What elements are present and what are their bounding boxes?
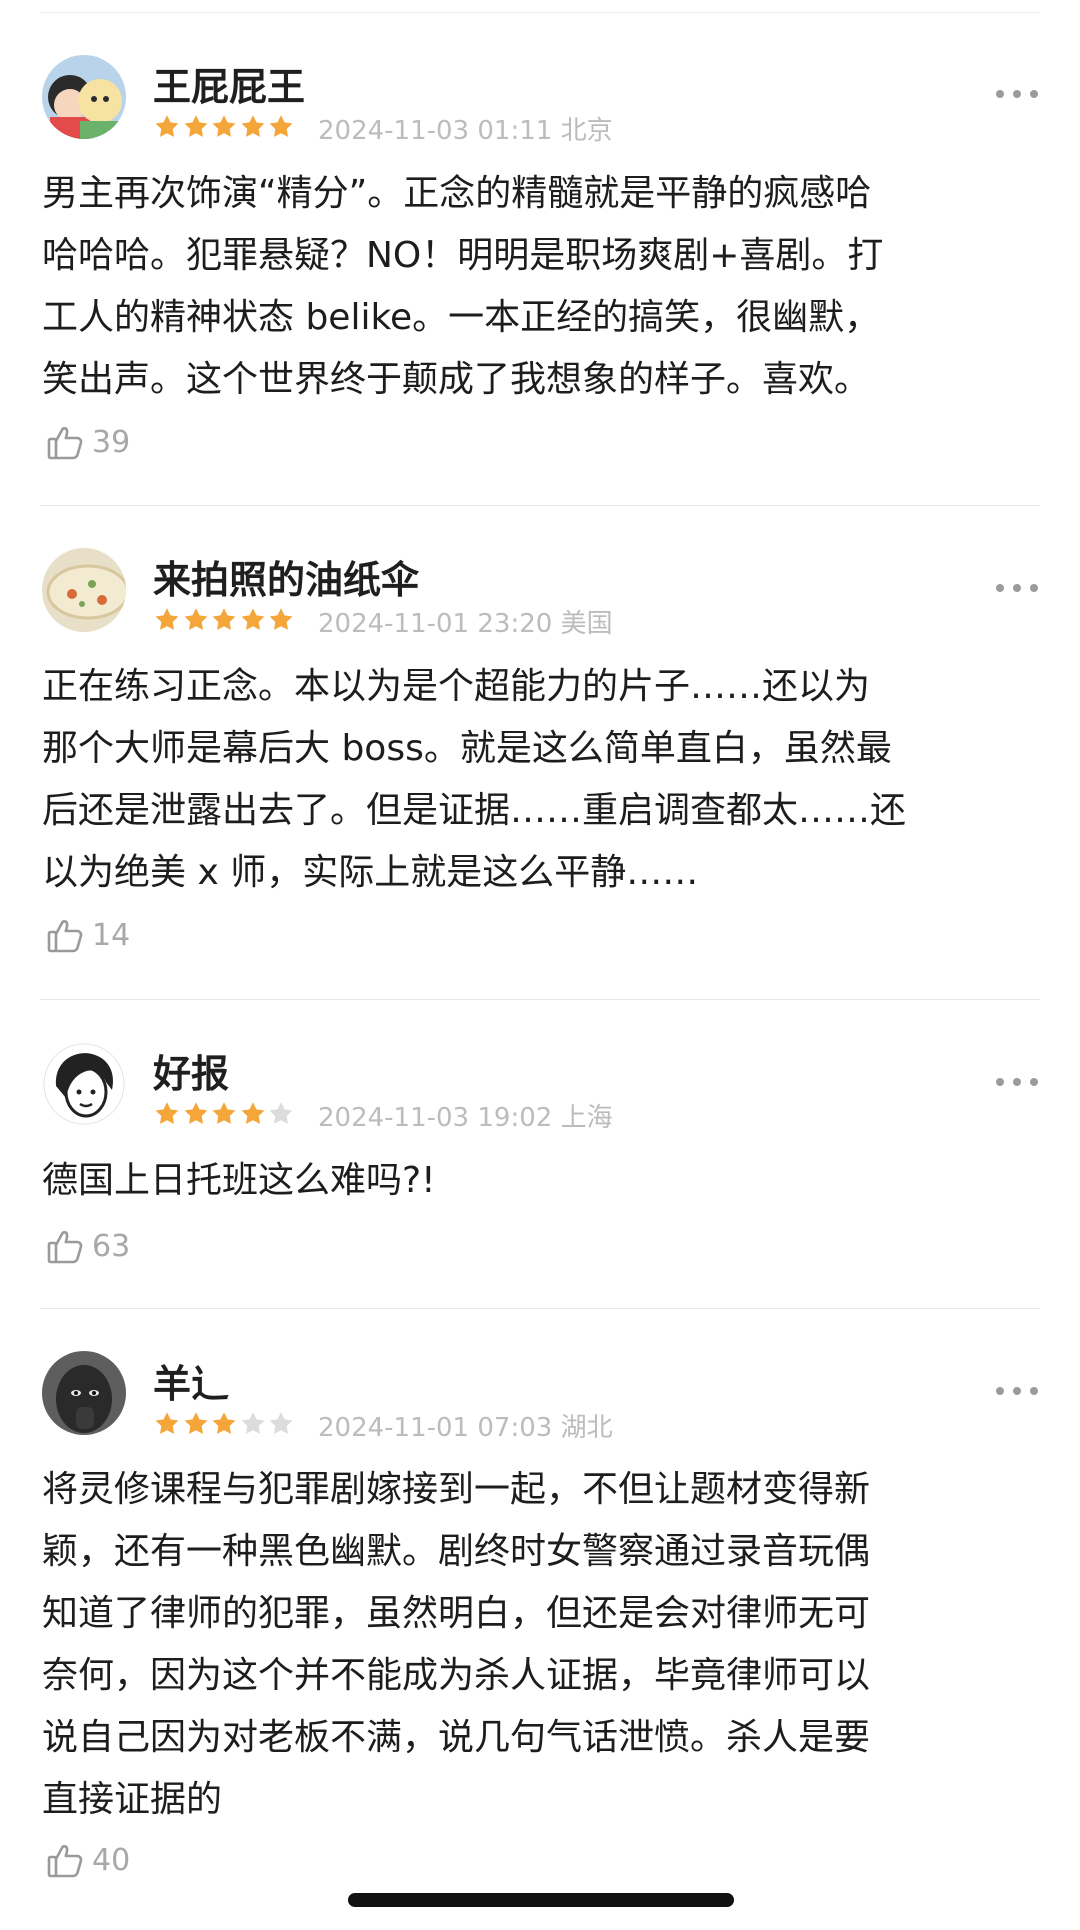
content-line: 以为绝美 x 师，实际上就是这么平静…… [42,852,699,893]
star-icon [182,1100,210,1128]
content-line: 说自己因为对老板不满，说几句气话泄愤。杀人是要 [42,1717,871,1758]
content-line: 后还是泄露出去了。但是证据……重启调查都太……还 [42,790,907,831]
content-line: 奈何，因为这个并不能成为杀人证据，毕竟律师可以 [42,1655,871,1696]
star-icon [182,606,210,634]
review-content: 德国上日托班这么难吗?! [42,1150,1040,1212]
rating-stars [153,606,296,634]
review-meta: 2024-11-03 19:02 上海 [318,1097,613,1134]
content-line: 将灵修课程与犯罪剧嫁接到一起，不但让题材变得新 [42,1469,871,1510]
review-content: 男主再次饰演“精分”。正念的精髓就是平静的疯感哈 哈哈哈。犯罪悬疑？NO！明明是… [42,163,1040,411]
review-divider [40,505,1040,506]
star-icon [153,1410,181,1438]
review-divider [40,999,1040,1000]
star-icon [267,1410,295,1438]
like-button[interactable]: 39 [46,420,130,464]
top-divider [40,12,1040,13]
like-count: 39 [92,424,131,460]
star-icon [182,1410,210,1438]
star-icon [153,113,181,141]
more-dots-icon[interactable] [996,84,1038,104]
home-indicator[interactable] [348,1893,734,1907]
more-dots-icon[interactable] [996,1381,1038,1401]
star-icon [267,606,295,634]
review-location: 美国 [560,609,613,639]
review-content: 正在练习正念。本以为是个超能力的片子……还以为 那个大师是幕后大 boss。就是… [42,656,1040,904]
star-icon [153,1100,181,1128]
review-meta: 2024-11-01 07:03 湖北 [318,1407,613,1444]
thumbs-up-icon [46,1226,86,1266]
content-line: 德国上日托班这么难吗?! [42,1160,436,1201]
avatar[interactable] [42,1351,126,1435]
content-line: 男主再次饰演“精分”。正念的精髓就是平静的疯感哈 [42,173,872,214]
review-content: 将灵修课程与犯罪剧嫁接到一起，不但让题材变得新 颖，还有一种黑色幽默。剧终时女警… [42,1459,1040,1831]
thumbs-up-icon [46,915,86,955]
star-icon [210,606,238,634]
more-dots-icon[interactable] [996,1072,1038,1092]
thumbs-up-icon [46,422,86,462]
avatar[interactable] [42,1042,126,1126]
avatar[interactable] [42,548,126,632]
rating-stars [153,113,296,141]
content-line: 笑出声。这个世界终于颠成了我想象的样子。喜欢。 [42,359,871,400]
star-icon [239,1100,267,1128]
review-meta: 2024-11-01 23:20 美国 [318,603,613,640]
avatar[interactable] [42,55,126,139]
star-icon [210,113,238,141]
content-line: 工人的精神状态 belike。一本正经的搞笑，很幽默， [42,297,881,338]
review-datetime: 2024-11-03 19:02 [318,1103,553,1133]
like-count: 63 [92,1228,131,1264]
star-icon [239,1410,267,1438]
content-line: 正在练习正念。本以为是个超能力的片子……还以为 [42,666,871,707]
content-line: 那个大师是幕后大 boss。就是这么简单直白，虽然最 [42,728,892,769]
star-icon [239,113,267,141]
like-count: 40 [92,1842,131,1878]
rating-stars [153,1410,296,1438]
star-icon [210,1100,238,1128]
rating-stars [153,1100,296,1128]
review-divider [40,1308,1040,1309]
review-datetime: 2024-11-01 23:20 [318,609,553,639]
star-icon [153,606,181,634]
review-location: 湖北 [560,1413,613,1443]
review-location: 上海 [560,1103,613,1133]
like-count: 14 [92,917,131,953]
more-dots-icon[interactable] [996,578,1038,598]
content-line: 颖，还有一种黑色幽默。剧终时女警察通过录音玩偶 [42,1531,871,1572]
star-icon [267,1100,295,1128]
username[interactable]: 羊辶 [153,1353,229,1408]
star-icon [239,606,267,634]
like-button[interactable]: 14 [46,913,130,957]
like-button[interactable]: 40 [46,1838,130,1882]
content-line: 直接证据的 [42,1779,223,1820]
username[interactable]: 来拍照的油纸伞 [153,549,419,604]
content-line: 知道了律师的犯罪，虽然明白，但还是会对律师无可 [42,1593,871,1634]
like-button[interactable]: 63 [46,1224,130,1268]
review-datetime: 2024-11-03 01:11 [318,116,553,146]
star-icon [182,113,210,141]
content-line: 哈哈哈。犯罪悬疑？NO！明明是职场爽剧+喜剧。打 [42,235,884,276]
star-icon [210,1410,238,1438]
username[interactable]: 王屁屁王 [153,56,305,111]
review-meta: 2024-11-03 01:11 北京 [318,110,613,147]
username[interactable]: 好报 [153,1043,229,1098]
star-icon [267,113,295,141]
thumbs-up-icon [46,1840,86,1880]
review-datetime: 2024-11-01 07:03 [318,1413,553,1443]
review-location: 北京 [560,116,613,146]
